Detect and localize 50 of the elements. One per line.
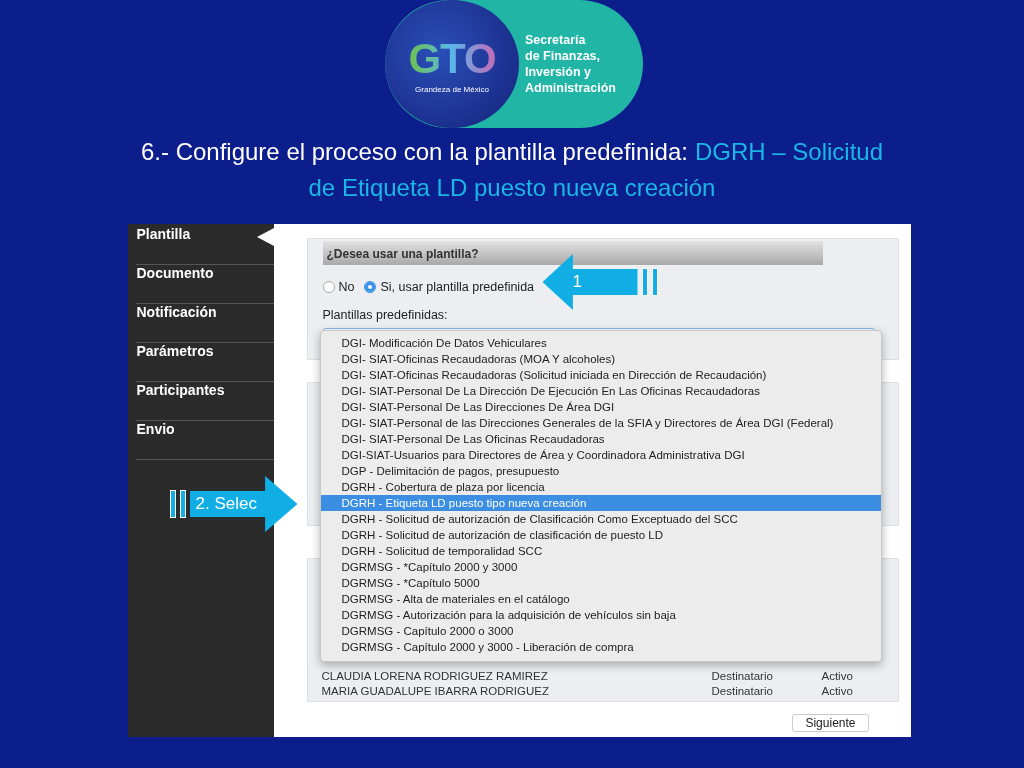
participant-name: CLAUDIA LORENA RODRIGUEZ RAMIREZ <box>321 669 549 684</box>
participant-name: MARIA GUADALUPE IBARRA RODRIGUEZ <box>321 684 550 699</box>
participant-role: Destinatario <box>711 684 774 699</box>
dropdown-option[interactable]: DGRMSG - *Capítulo 5000 <box>320 575 881 591</box>
dropdown-option[interactable]: DGRH - Solicitud de temporalidad SCC <box>320 543 881 559</box>
sidebar-item[interactable]: Envio <box>135 421 274 460</box>
radio-icon[interactable] <box>364 281 377 293</box>
participant-status: Activo <box>821 669 853 684</box>
dropdown-option[interactable]: DGRH - Cobertura de plaza por licencia <box>320 479 881 495</box>
participant-status: Activo <box>821 684 853 699</box>
dropdown-option[interactable]: DGI- SIAT-Personal De La Dirección De Ejecución En Las Oficinas Recaudadoras <box>320 383 881 399</box>
dropdown-option[interactable]: DGRH - Solicitud de autorización de clasificación de puesto LD <box>320 527 881 543</box>
dropdown-option[interactable]: DGI-SIAT-Usuarios para Directores de Área y Coordinadora Administrativa DGI <box>320 447 881 463</box>
sidebar-item[interactable]: Notificación <box>135 304 274 343</box>
dropdown-option[interactable]: DGRH - Solicitud de autorización de Clasificación Como Exceptuado del SCC <box>320 511 881 527</box>
dropdown-option[interactable]: DGI- SIAT-Oficinas Recaudadoras (MOA Y alcoholes) <box>320 351 881 367</box>
dropdown-option[interactable]: DGRMSG - Autorización para la adquisición de vehículos sin baja <box>320 607 881 623</box>
sidebar-item[interactable]: Parámetros <box>135 343 274 382</box>
bar-icon <box>641 268 648 296</box>
participant-role: Destinatario <box>711 669 774 684</box>
radio-label: No <box>338 280 355 294</box>
dropdown-option[interactable]: DGI- SIAT-Personal de las Direcciones Generales de la SFIA y Directores de Área DGI (Federal) <box>320 415 881 431</box>
next-button[interactable]: Siguiente <box>792 714 869 732</box>
template-name: DGRH – Solicitud <box>694 137 884 167</box>
dropdown-option[interactable]: DGRMSG - Capítulo 2000 y 3000 - Liberación de compra <box>320 639 881 655</box>
dropdown-option[interactable]: DGRMSG - Capítulo 2000 o 3000 <box>320 623 881 639</box>
logo-text: Administración <box>525 80 616 96</box>
sidebar-item[interactable]: Participantes <box>135 382 274 421</box>
bar-icon <box>169 490 176 518</box>
dropdown-option[interactable]: DGRMSG - *Capítulo 2000 y 3000 <box>320 559 881 575</box>
bar-icon <box>179 490 186 518</box>
radio-option[interactable]: No <box>322 280 355 294</box>
sidebar-item[interactable]: Plantilla <box>135 226 274 265</box>
dropdown-option[interactable]: DGP - Delimitación de pagos, presupuesto <box>320 463 881 479</box>
template-name: de Etiqueta LD puesto nueva creación <box>308 173 716 203</box>
dropdown-option[interactable]: DGI- SIAT-Personal De Las Oficinas Recaudadoras <box>320 431 881 447</box>
logo-tagline: Grandeza de México <box>415 84 489 94</box>
logo-text: Inversión y <box>525 64 592 80</box>
dropdown-option[interactable]: DGI- SIAT-Personal De Las Direcciones De Área DGI <box>320 399 881 415</box>
slide-title: 6.- Configure el proceso con la plantilla predefinida: <box>140 137 688 167</box>
sidebar-item[interactable]: Documento <box>135 265 274 304</box>
radio-icon[interactable] <box>322 281 335 293</box>
dropdown-option[interactable]: DGRMSG - Alta de materiales en el catálogo <box>320 591 881 607</box>
field-label: Plantillas predefinidas: <box>322 308 449 322</box>
dropdown-option[interactable]: DGI- SIAT-Oficinas Recaudadoras (Solicitud iniciada en Dirección de Recaudación) <box>320 367 881 383</box>
panel-header: ¿Desea usar una plantilla? <box>322 241 823 265</box>
logo-text: Secretaría <box>525 32 587 48</box>
logo-text: de Finanzas, <box>525 48 602 64</box>
bar-icon <box>651 268 658 296</box>
dropdown-option[interactable]: DGI- Modificación De Datos Vehiculares <box>320 335 881 351</box>
